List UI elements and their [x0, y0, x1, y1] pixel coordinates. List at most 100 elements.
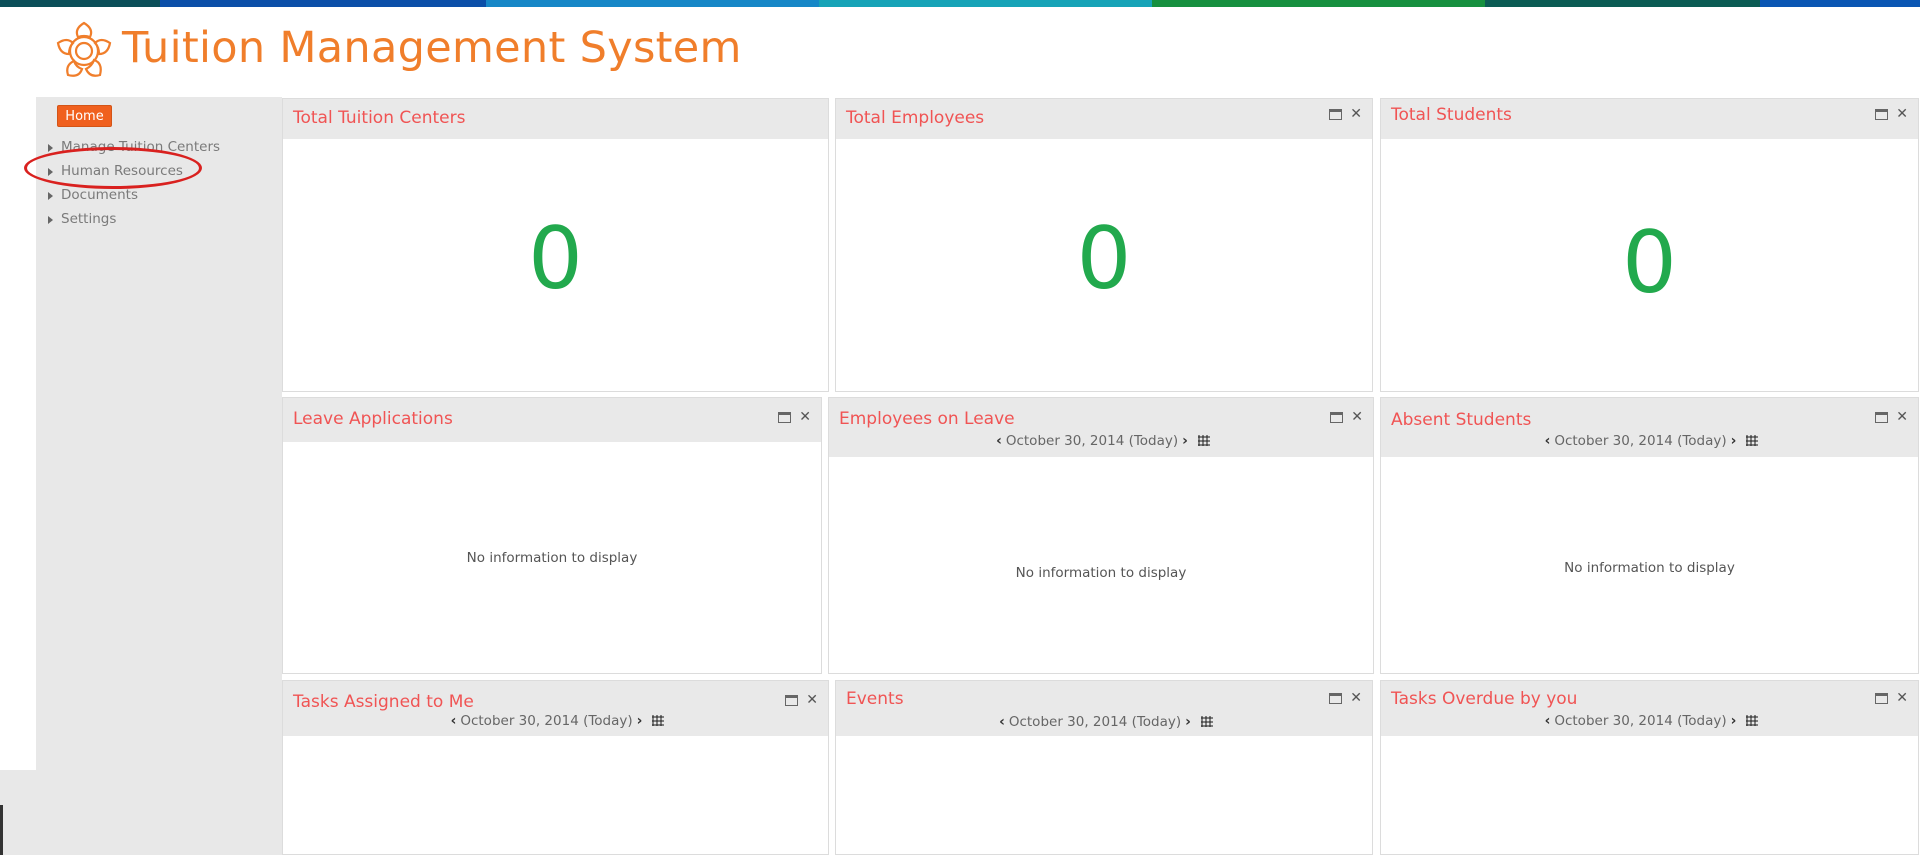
widget-tools: ✕ — [1875, 410, 1908, 424]
caret-right-icon — [48, 144, 53, 152]
window-icon[interactable] — [1875, 693, 1889, 704]
widget-header: Leave Applications ✕ — [283, 398, 821, 442]
empty-message: No information to display — [1015, 565, 1187, 581]
window-icon[interactable] — [778, 412, 792, 423]
widget-total-students: Total Students ✕ 0 — [1380, 98, 1919, 392]
widget-title: Total Employees — [846, 108, 985, 128]
close-icon[interactable]: ✕ — [1896, 410, 1908, 424]
app-title: Tuition Management System — [122, 23, 742, 73]
date-navigator: ‹ October 30, 2014 (Today) › — [1381, 713, 1918, 729]
widget-tasks-assigned: Tasks Assigned to Me ✕ ‹ October 30, 2014… — [282, 680, 829, 855]
sidebar-item-label: Manage Tuition Centers — [61, 139, 221, 155]
chevron-right-icon[interactable]: › — [1731, 433, 1737, 449]
calendar-icon[interactable] — [652, 715, 665, 726]
widget-title: Events — [846, 689, 904, 709]
date-navigator: ‹ October 30, 2014 (Today) › — [836, 714, 1372, 730]
date-navigator: ‹ October 30, 2014 (Today) › — [283, 713, 828, 729]
widget-title: Leave Applications — [293, 409, 453, 429]
app-root: Tuition Management System Home Manage Tu… — [0, 0, 1920, 855]
widget-tools: ✕ — [1875, 691, 1908, 705]
widget-tools: ✕ — [1330, 410, 1363, 424]
chevron-right-icon[interactable]: › — [1185, 714, 1191, 730]
chevron-left-icon[interactable]: ‹ — [996, 433, 1002, 449]
sidebar-item-label: Documents — [61, 187, 138, 203]
caret-right-icon — [48, 192, 53, 200]
widget-title: Employees on Leave — [839, 409, 1015, 429]
widget-absent-students: Absent Students ✕ ‹ October 30, 2014 (Tod… — [1380, 397, 1919, 674]
window-icon[interactable] — [1330, 412, 1344, 423]
sidebar-item-label: Settings — [61, 211, 117, 227]
sidebar-item-human-resources[interactable]: Human Resources — [46, 159, 220, 183]
date-label: October 30, 2014 (Today) — [1554, 433, 1727, 449]
widget-tools: ✕ — [1329, 107, 1362, 121]
window-icon[interactable] — [1875, 109, 1889, 120]
widget-title: Absent Students — [1391, 410, 1532, 430]
sidebar: Home Manage Tuition Centers Human Resour… — [36, 97, 282, 855]
widget-header: Tasks Assigned to Me ✕ ‹ October 30, 2014… — [283, 681, 828, 736]
widget-title: Tasks Overdue by you — [1391, 689, 1578, 709]
widget-leave-applications: Leave Applications ✕ No information to d… — [282, 397, 822, 674]
date-navigator: ‹ October 30, 2014 (Today) › — [1381, 433, 1918, 449]
close-icon[interactable]: ✕ — [1350, 107, 1362, 121]
widget-title: Total Tuition Centers — [293, 108, 466, 128]
sidebar-nav: Manage Tuition Centers Human Resources D… — [46, 135, 220, 231]
widget-tasks-overdue: Tasks Overdue by you ✕ ‹ October 30, 2014… — [1380, 680, 1919, 855]
chevron-right-icon[interactable]: › — [1182, 433, 1188, 449]
tuition-centers-count: 0 — [528, 209, 583, 309]
widget-title: Tasks Assigned to Me — [293, 692, 474, 712]
widget-tools: ✕ — [1329, 691, 1362, 705]
chevron-left-icon[interactable]: ‹ — [999, 714, 1005, 730]
sidebar-item-documents[interactable]: Documents — [46, 183, 220, 207]
window-icon[interactable] — [1329, 109, 1343, 120]
widget-tools: ✕ — [778, 410, 811, 424]
calendar-icon[interactable] — [1746, 715, 1759, 726]
widget-total-tuition-centers: Total Tuition Centers 0 — [282, 98, 829, 392]
date-label: October 30, 2014 (Today) — [1008, 714, 1182, 730]
chevron-right-icon[interactable]: › — [1731, 713, 1737, 729]
widget-header: Employees on Leave ✕ ‹ October 30, 2014 (… — [829, 398, 1373, 457]
employees-count: 0 — [1076, 209, 1132, 309]
chevron-left-icon[interactable]: ‹ — [451, 713, 457, 729]
calendar-icon[interactable] — [1746, 435, 1759, 446]
widget-total-employees: Total Employees ✕ 0 — [835, 98, 1373, 392]
widget-employees-on-leave: Employees on Leave ✕ ‹ October 30, 2014 (… — [828, 397, 1374, 674]
date-label: October 30, 2014 (Today) — [1005, 433, 1179, 449]
students-count: 0 — [1622, 213, 1677, 313]
close-icon[interactable]: ✕ — [1350, 691, 1362, 705]
close-icon[interactable]: ✕ — [799, 410, 811, 424]
caret-right-icon — [48, 168, 53, 176]
home-button[interactable]: Home — [57, 105, 112, 127]
widget-header: Tasks Overdue by you ✕ ‹ October 30, 2014… — [1381, 681, 1918, 736]
sidebar-item-manage-tuition-centers[interactable]: Manage Tuition Centers — [46, 135, 220, 159]
close-icon[interactable]: ✕ — [1896, 107, 1908, 121]
top-color-strip — [0, 0, 1920, 7]
calendar-icon[interactable] — [1197, 435, 1210, 446]
widget-tools: ✕ — [1875, 107, 1908, 121]
app-header: Tuition Management System — [0, 7, 1920, 97]
calendar-icon[interactable] — [1200, 716, 1213, 727]
widget-title: Total Students — [1391, 105, 1512, 125]
left-stub — [0, 770, 36, 855]
left-stub-edge — [0, 805, 3, 855]
window-icon[interactable] — [1329, 693, 1343, 704]
widget-header: Total Tuition Centers — [283, 99, 828, 139]
sidebar-item-label: Human Resources — [61, 163, 183, 179]
widget-tools: ✕ — [785, 693, 818, 707]
flower-logo-icon — [56, 21, 112, 77]
date-label: October 30, 2014 (Today) — [460, 713, 633, 729]
widget-header: Events ✕ ‹ October 30, 2014 (Today) › — [836, 681, 1372, 736]
chevron-left-icon[interactable]: ‹ — [1545, 433, 1551, 449]
widget-events: Events ✕ ‹ October 30, 2014 (Today) › — [835, 680, 1373, 855]
window-icon[interactable] — [1875, 412, 1889, 423]
chevron-left-icon[interactable]: ‹ — [1545, 713, 1551, 729]
close-icon[interactable]: ✕ — [1896, 691, 1908, 705]
sidebar-item-settings[interactable]: Settings — [46, 207, 220, 231]
empty-message: No information to display — [1564, 560, 1735, 576]
widget-header: Total Employees ✕ — [836, 99, 1372, 139]
close-icon[interactable]: ✕ — [806, 693, 818, 707]
chevron-right-icon[interactable]: › — [637, 713, 643, 729]
empty-message: No information to display — [466, 550, 638, 566]
window-icon[interactable] — [785, 695, 799, 706]
close-icon[interactable]: ✕ — [1351, 410, 1363, 424]
widget-header: Absent Students ✕ ‹ October 30, 2014 (Tod… — [1381, 398, 1918, 457]
